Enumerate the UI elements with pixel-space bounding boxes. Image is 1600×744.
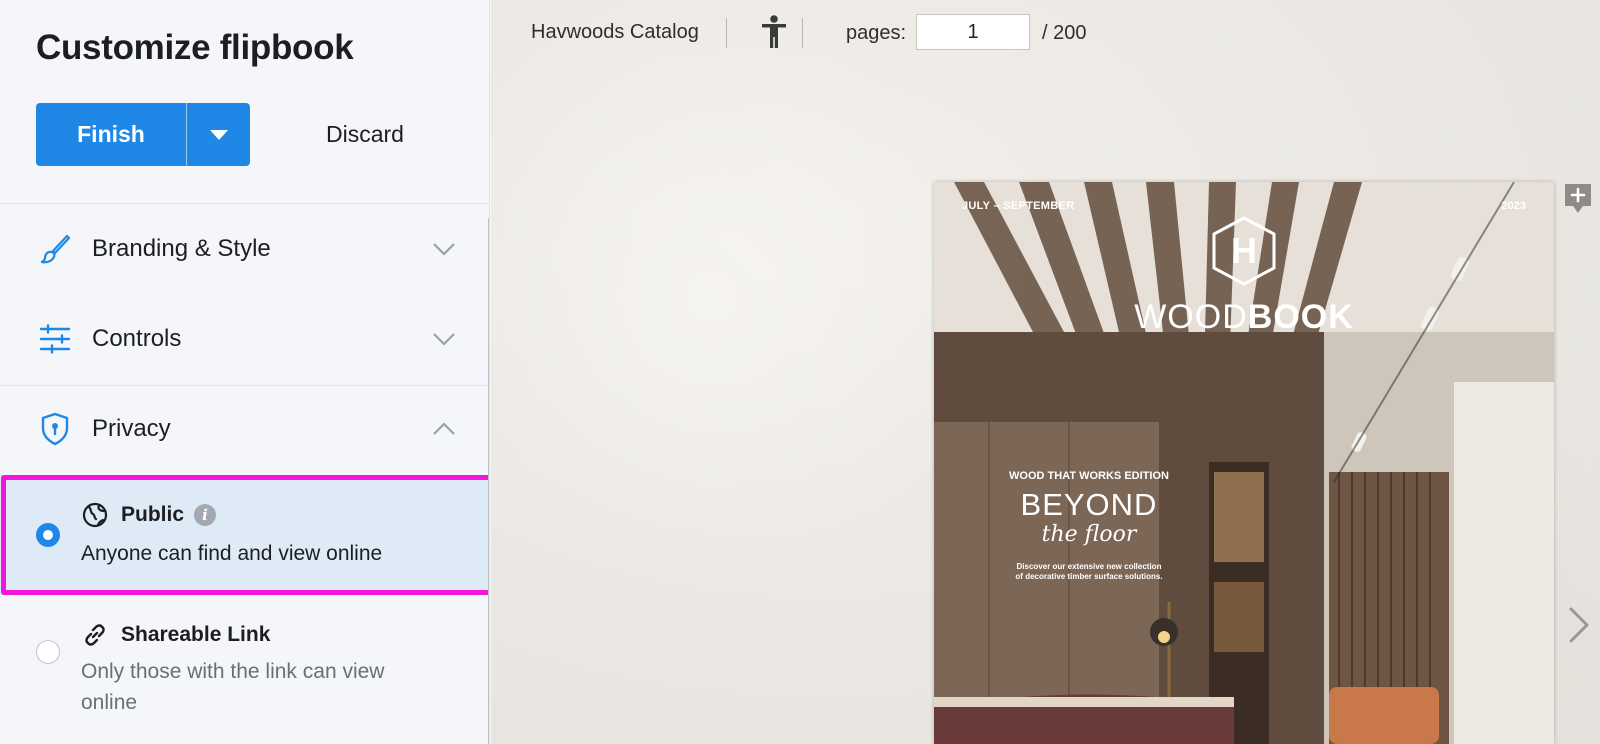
chevron-up-icon — [430, 415, 458, 443]
sliders-icon — [38, 322, 72, 356]
section-privacy[interactable]: Privacy — [0, 386, 480, 472]
finish-options-dropdown[interactable] — [187, 103, 250, 166]
cover-edition: WOOD THAT WORKS EDITION — [1009, 470, 1169, 482]
cover-headline-script: the floor — [1041, 522, 1137, 547]
section-branding-style[interactable]: Branding & Style — [0, 206, 480, 292]
cover-brand-bold: BOOK — [1247, 298, 1354, 336]
document-title: Havwoods Catalog — [531, 21, 699, 43]
privacy-option-public[interactable]: Public i Anyone can find and view online — [0, 475, 489, 595]
cover-tagline-2: of decorative timber surface solutions. — [1015, 572, 1163, 581]
chevron-down-icon — [430, 235, 458, 263]
toolbar-divider — [726, 18, 727, 48]
page-number-input[interactable] — [916, 14, 1030, 50]
cover-tagline-1: Discover our extensive new collection — [1016, 562, 1162, 571]
cover-brand-light: WOOD — [1134, 298, 1248, 336]
total-pages: / 200 — [1042, 22, 1087, 44]
option-description: Anyone can find and view online — [81, 542, 383, 565]
cover-year: 2023 — [1501, 200, 1526, 212]
link-icon — [82, 622, 108, 648]
section-label: Privacy — [92, 415, 171, 442]
finish-button-group: Finish — [36, 103, 250, 166]
accessibility-icon[interactable] — [759, 14, 789, 50]
section-controls[interactable]: Controls — [0, 296, 480, 382]
catalog-cover-page[interactable]: JULY – SEPTEMBER 2023 H WOODBOOK WOOD TH… — [934, 182, 1554, 744]
sidebar-title: Customize flipbook — [36, 28, 354, 67]
cover-season: JULY – SEPTEMBER — [962, 200, 1075, 212]
section-label: Branding & Style — [92, 235, 271, 262]
chevron-down-icon — [430, 325, 458, 353]
option-description: Only those with the link can view online — [81, 660, 385, 714]
option-title: Public — [121, 503, 185, 526]
discard-button[interactable]: Discard — [300, 103, 430, 166]
divider — [0, 203, 489, 204]
option-title: Shareable Link — [121, 623, 271, 646]
globe-icon — [82, 502, 108, 528]
caret-down-icon — [209, 129, 228, 140]
toolbar-divider — [802, 18, 803, 48]
sidebar-scrollbar[interactable] — [488, 218, 489, 744]
info-icon[interactable]: i — [194, 504, 216, 526]
flipbook-preview: Havwoods Catalog pages: / 200 — [491, 0, 1600, 744]
customize-sidebar: Customize flipbook Finish Discard Brandi… — [0, 0, 490, 744]
shareable-link-radio[interactable] — [36, 640, 60, 664]
cover-brand: WOODBOOK — [934, 298, 1554, 337]
add-note-icon[interactable] — [1563, 182, 1593, 216]
shield-lock-icon — [38, 412, 72, 446]
pages-label: pages: — [846, 22, 907, 44]
finish-button[interactable]: Finish — [36, 103, 186, 166]
public-radio[interactable] — [36, 523, 60, 547]
privacy-option-shareable-link[interactable]: Shareable Link Only those with the link … — [0, 600, 489, 744]
paintbrush-icon — [38, 232, 72, 266]
next-page-arrow-icon[interactable] — [1561, 600, 1597, 650]
cover-headline: BEYOND — [1020, 487, 1158, 522]
cover-logo-letter: H — [1231, 230, 1257, 271]
section-label: Controls — [92, 325, 182, 352]
